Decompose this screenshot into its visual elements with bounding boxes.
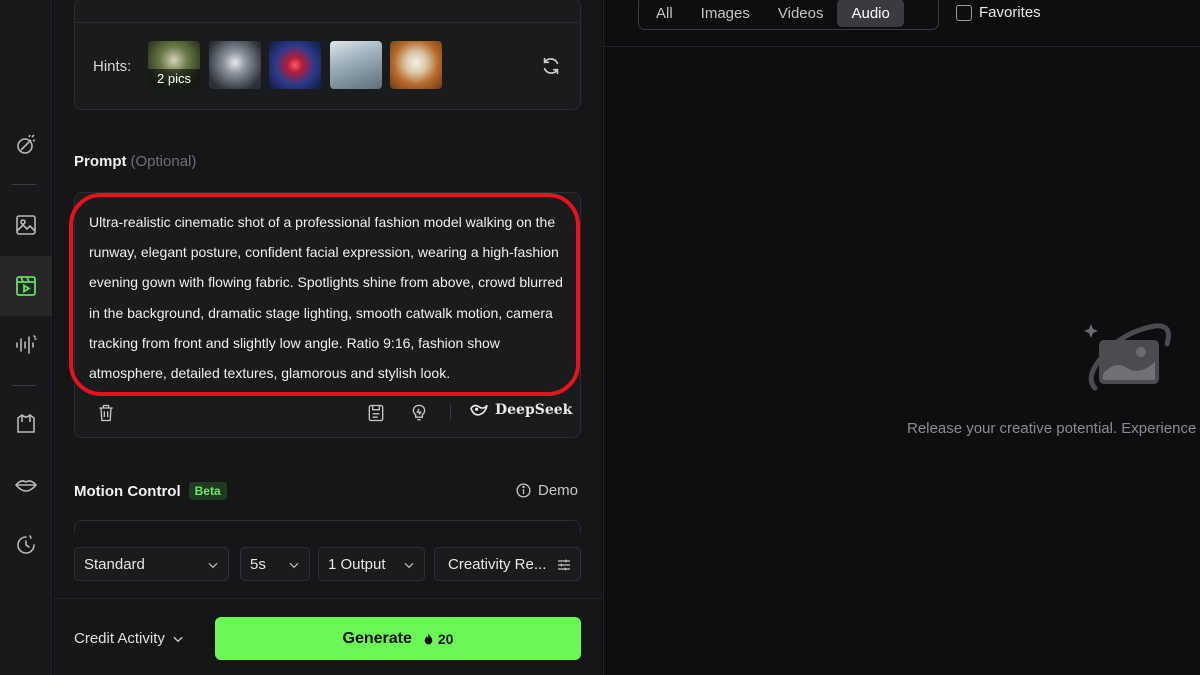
quality-mode-value: Standard bbox=[84, 555, 145, 573]
tab-audio[interactable]: Audio bbox=[837, 0, 904, 27]
prompt-input[interactable]: Ultra-realistic cinematic shot of a prof… bbox=[69, 192, 581, 438]
audio-wave-icon bbox=[16, 335, 37, 354]
chevron-down-icon bbox=[289, 562, 299, 569]
history-clock-icon bbox=[17, 535, 35, 554]
credit-cost-value: 20 bbox=[437, 630, 454, 647]
rail-item-magic[interactable] bbox=[0, 115, 52, 175]
credit-activity-label: Credit Activity bbox=[74, 630, 165, 647]
output-count-select[interactable]: 1 Output bbox=[318, 547, 425, 581]
hint-thumbnail[interactable]: 2 pics bbox=[148, 41, 200, 89]
beta-badge: Beta bbox=[188, 482, 227, 500]
empty-state-illustration bbox=[1084, 323, 1171, 391]
prompt-textarea[interactable]: Ultra-realistic cinematic shot of a prof… bbox=[89, 207, 569, 388]
rail-item-video[interactable] bbox=[0, 256, 52, 316]
toolbar-divider bbox=[450, 405, 451, 419]
lips-icon bbox=[14, 480, 38, 492]
generation-panel: Hints: 2 pics Prompt (Optional) Ultra-rea… bbox=[53, 0, 602, 675]
hints-label: Hints: bbox=[93, 58, 132, 75]
magic-wand-icon bbox=[17, 134, 36, 154]
favorites-label: Favorites bbox=[979, 4, 1041, 21]
generate-label: Generate bbox=[342, 629, 412, 647]
motion-control-heading: Motion Control Beta bbox=[74, 482, 227, 500]
flame-icon bbox=[424, 633, 433, 644]
media-type-tabs: All Images Videos Audio bbox=[638, 0, 939, 30]
sidebar-rail bbox=[0, 0, 52, 675]
image-icon bbox=[16, 215, 36, 235]
prompt-title: Prompt bbox=[74, 153, 127, 170]
rail-item-history[interactable] bbox=[0, 515, 52, 575]
hint-thumbnail[interactable] bbox=[269, 41, 321, 89]
deepseek-label: DeepSeek bbox=[495, 402, 573, 418]
deepseek-toggle[interactable]: DeepSeek bbox=[469, 402, 572, 418]
save-prompt-icon[interactable] bbox=[366, 403, 386, 423]
credit-activity-dropdown[interactable]: Credit Activity bbox=[74, 630, 185, 647]
shirt-icon bbox=[17, 413, 35, 433]
duration-value: 5s bbox=[250, 555, 266, 573]
filter-bar: All Images Videos Audio Favorites bbox=[604, 0, 1200, 47]
results-area: All Images Videos Audio Favorites Releas… bbox=[603, 0, 1200, 675]
prompt-heading: Prompt (Optional) bbox=[74, 153, 196, 170]
hint-thumbnail[interactable] bbox=[209, 41, 261, 89]
refresh-icon[interactable] bbox=[540, 55, 562, 77]
sliders-icon bbox=[558, 559, 570, 571]
chevron-down-icon bbox=[173, 636, 183, 642]
output-count-value: 1 Output bbox=[328, 555, 386, 573]
rail-item-clothing[interactable] bbox=[0, 394, 52, 454]
motion-control-card bbox=[74, 520, 581, 534]
demo-label: Demo bbox=[538, 482, 579, 499]
chevron-down-icon bbox=[404, 562, 414, 569]
duration-select[interactable]: 5s bbox=[240, 547, 310, 581]
creativity-settings[interactable]: Creativity Re... bbox=[434, 547, 581, 581]
prompt-optional-hint: (Optional) bbox=[130, 153, 197, 170]
demo-link[interactable]: Demo bbox=[515, 482, 578, 499]
hint-thumbnail[interactable] bbox=[330, 41, 382, 89]
rail-item-lipsync[interactable] bbox=[0, 455, 52, 515]
tab-videos[interactable]: Videos bbox=[764, 0, 838, 27]
hints-card: Hints: 2 pics bbox=[74, 0, 581, 110]
generate-button[interactable]: Generate 20 bbox=[215, 617, 581, 660]
creativity-value: Creativity Re... bbox=[448, 555, 547, 573]
rail-divider bbox=[12, 184, 36, 185]
motion-control-title: Motion Control bbox=[74, 482, 181, 500]
credit-cost: 20 bbox=[422, 630, 454, 647]
lightbulb-icon[interactable] bbox=[409, 403, 429, 423]
tab-images[interactable]: Images bbox=[687, 0, 764, 27]
chevron-down-icon bbox=[208, 562, 218, 569]
hints-card-top bbox=[75, 0, 580, 23]
checkbox-box[interactable] bbox=[956, 4, 972, 21]
thumbnail-count-badge: 2 pics bbox=[148, 69, 200, 89]
info-icon bbox=[516, 483, 531, 498]
quality-mode-select[interactable]: Standard bbox=[74, 547, 229, 581]
hint-thumbnail[interactable] bbox=[390, 41, 442, 89]
trash-icon[interactable] bbox=[96, 403, 116, 423]
rail-item-audio[interactable] bbox=[0, 315, 52, 375]
deepseek-whale-icon bbox=[470, 404, 488, 416]
video-icon bbox=[16, 276, 36, 296]
rail-item-images[interactable] bbox=[0, 195, 52, 255]
tab-all[interactable]: All bbox=[642, 0, 687, 27]
favorites-checkbox[interactable]: Favorites bbox=[956, 4, 1041, 21]
empty-state-message: Release your creative potential. Experie… bbox=[907, 420, 1197, 437]
rail-divider bbox=[12, 385, 36, 386]
